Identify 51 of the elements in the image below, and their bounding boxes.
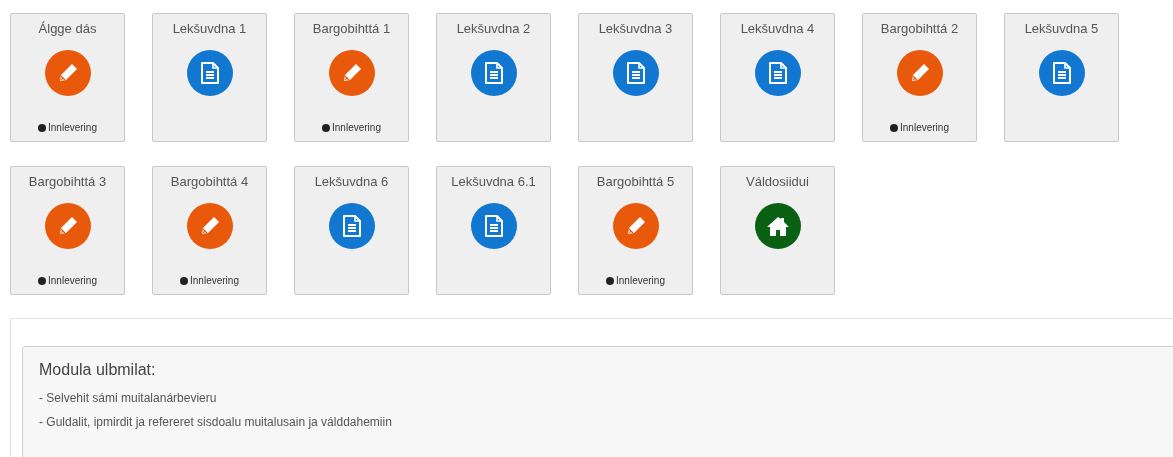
- tile-title: Lekšuvdna 6: [314, 174, 389, 190]
- document-icon: [198, 61, 221, 85]
- tile-title: Bargobihttá 1: [312, 21, 391, 37]
- status-label: Innlevering: [48, 122, 97, 133]
- activity-tile[interactable]: Lekšuvdna 5: [1004, 13, 1119, 142]
- status-dot-icon: [38, 123, 47, 132]
- goal-text: - Guldalit, ipmirdit ja refereret sisdoalu muitalusain ja válddahemiin: [39, 415, 393, 429]
- activity-tile[interactable]: Bargobihttá 5 Innlevering: [578, 166, 693, 295]
- document-icon: [1050, 61, 1073, 85]
- status-label: Innlevering: [190, 275, 239, 286]
- status-dot-icon: [606, 276, 615, 285]
- goals-heading: Modula ulbmilat:: [39, 361, 157, 379]
- activity-tile[interactable]: Álgge dás Innlevering: [10, 13, 125, 142]
- status-label: Innlevering: [900, 122, 949, 133]
- tile-title: Lekšuvdna 5: [1024, 21, 1099, 37]
- tile-title: Bargobihttá 3: [28, 174, 107, 190]
- status-dot-icon: [38, 276, 47, 285]
- document-icon: [766, 61, 789, 85]
- tile-title: Bargobihttá 5: [596, 174, 675, 190]
- tile-title: Váldosiidui: [746, 174, 809, 190]
- document-icon: [624, 61, 647, 85]
- status-label: Innlevering: [616, 275, 665, 286]
- activity-tile[interactable]: Lekšuvdna 3: [578, 13, 693, 142]
- tile-title: Lekšuvdna 3: [598, 21, 673, 37]
- tile-title: Bargobihttá 4: [170, 174, 249, 190]
- status-dot-icon: [890, 123, 899, 132]
- activity-tile[interactable]: Bargobihttá 4 Innlevering: [152, 166, 267, 295]
- status-dot-icon: [322, 123, 331, 132]
- tile-title: Lekšuvdna 2: [456, 21, 531, 37]
- tile-title: Lekšuvdna 4: [740, 21, 815, 37]
- activity-tile[interactable]: Lekšuvdna 1: [152, 13, 267, 142]
- document-icon: [482, 214, 505, 238]
- activity-tile[interactable]: Lekšuvdna 6: [294, 166, 409, 295]
- activity-tile[interactable]: Lekšuvdna 2: [436, 13, 551, 142]
- status-dot-icon: [180, 276, 189, 285]
- activity-tile[interactable]: Bargobihttá 2 Innlevering: [862, 13, 977, 142]
- document-icon: [482, 61, 505, 85]
- activity-tile[interactable]: Lekšuvdna 6.1: [436, 166, 551, 295]
- activity-tile[interactable]: Bargobihttá 3 Innlevering: [10, 166, 125, 295]
- tile-title: Lekšuvdna 6.1: [451, 174, 536, 190]
- tile-title: Lekšuvdna 1: [172, 21, 247, 37]
- tile-title: Bargobihttá 2: [880, 21, 959, 37]
- home-icon: [765, 215, 790, 237]
- tile-title: Álgge dás: [38, 21, 97, 37]
- goal-text: - Selvehit sámi muitalanárbevieru: [39, 391, 218, 405]
- status-label: Innlevering: [48, 275, 97, 286]
- status-label: Innlevering: [332, 122, 381, 133]
- activity-tile[interactable]: Váldosiidui: [720, 166, 835, 295]
- document-icon: [340, 214, 363, 238]
- activity-tile[interactable]: Bargobihttá 1 Innlevering: [294, 13, 409, 142]
- activity-tile[interactable]: Lekšuvdna 4: [720, 13, 835, 142]
